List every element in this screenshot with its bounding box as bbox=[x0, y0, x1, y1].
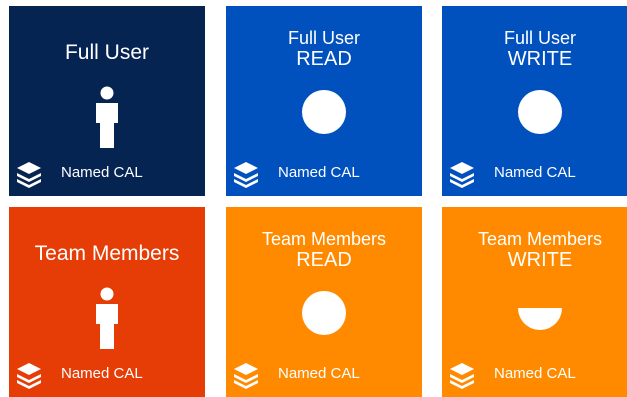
tile-full-user: Full User Named CAL bbox=[9, 6, 205, 196]
layers-icon bbox=[234, 363, 258, 389]
named-cal-label: Named CAL bbox=[494, 365, 576, 382]
tile-title: Full User bbox=[9, 41, 205, 65]
tile-title-line1: Team Members bbox=[477, 229, 603, 249]
tile-title: Team Members bbox=[9, 242, 205, 266]
tile-team-members-read: Team Members READ Named CAL bbox=[226, 207, 422, 397]
tile-title: Team Members READ bbox=[226, 229, 422, 272]
tile-footer: Named CAL bbox=[232, 158, 418, 188]
tile-footer: Named CAL bbox=[15, 158, 201, 188]
tile-title-line2: READ bbox=[296, 249, 352, 272]
circle-icon bbox=[302, 90, 346, 134]
tile-team-members-write: Team Members WRITE Named CAL bbox=[442, 207, 627, 397]
tile-footer: Named CAL bbox=[232, 359, 418, 389]
tile-title-line1: Team Members bbox=[34, 242, 180, 265]
tile-footer: Named CAL bbox=[15, 359, 201, 389]
tile-team-members: Team Members Named CAL bbox=[9, 207, 205, 397]
tile-title-line2: WRITE bbox=[507, 48, 573, 71]
named-cal-label: Named CAL bbox=[61, 164, 143, 181]
tile-title: Full User WRITE bbox=[442, 28, 627, 71]
tile-footer: Named CAL bbox=[448, 158, 627, 188]
layers-icon bbox=[17, 162, 41, 188]
named-cal-label: Named CAL bbox=[278, 365, 360, 382]
tile-full-user-read: Full User READ Named CAL bbox=[226, 6, 422, 196]
tile-title-line2: READ bbox=[296, 48, 352, 71]
named-cal-label: Named CAL bbox=[61, 365, 143, 382]
tile-title-line2: WRITE bbox=[507, 249, 573, 272]
person-icon bbox=[96, 287, 118, 349]
named-cal-label: Named CAL bbox=[494, 164, 576, 181]
named-cal-label: Named CAL bbox=[278, 164, 360, 181]
circle-icon bbox=[302, 291, 346, 335]
layers-icon bbox=[450, 162, 474, 188]
tile-title-line1: Full User bbox=[287, 28, 360, 48]
tile-title-line1: Full User bbox=[64, 41, 149, 64]
tile-title-line1: Team Members bbox=[261, 229, 387, 249]
tile-footer: Named CAL bbox=[448, 359, 627, 389]
person-icon bbox=[96, 86, 118, 148]
half-circle-icon bbox=[518, 308, 562, 330]
layers-icon bbox=[17, 363, 41, 389]
layers-icon bbox=[450, 363, 474, 389]
tile-title-line1: Full User bbox=[503, 28, 576, 48]
layers-icon bbox=[234, 162, 258, 188]
tile-title: Full User READ bbox=[226, 28, 422, 71]
circle-icon bbox=[518, 90, 562, 134]
tile-title: Team Members WRITE bbox=[442, 229, 627, 272]
tile-full-user-write: Full User WRITE Named CAL bbox=[442, 6, 627, 196]
